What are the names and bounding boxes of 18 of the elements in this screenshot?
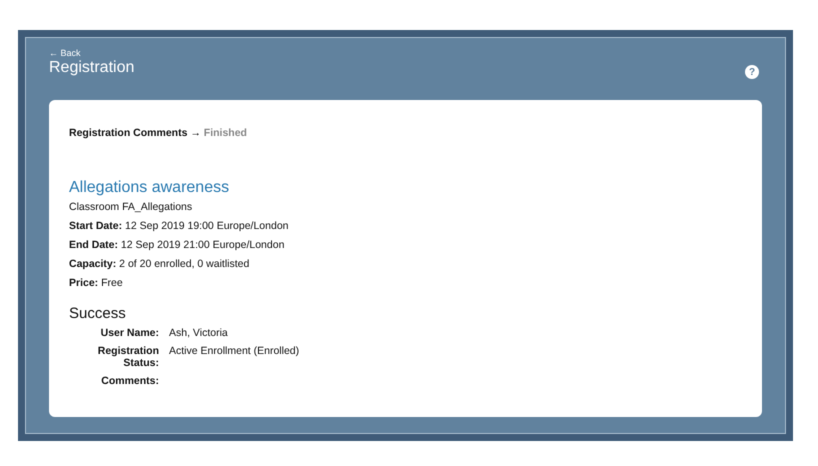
detail-line: Start Date: 12 Sep 2019 19:00 Europe/London	[69, 218, 290, 234]
course-title: Allegations awareness	[69, 178, 230, 198]
detail-line: Capacity: 2 of 20 enrolled, 0 waitlisted	[69, 256, 250, 272]
result-heading: Success	[69, 304, 127, 323]
help-icon[interactable]: ?	[745, 65, 759, 79]
detail-line: End Date: 12 Sep 2019 21:00 Europe/London	[69, 238, 286, 253]
breadcrumb-separator: →	[190, 127, 201, 139]
field-label: User Name:	[100, 326, 159, 339]
detail-line: Price: Free	[69, 276, 124, 291]
page-title: Registration	[49, 58, 134, 78]
breadcrumb-step: Finished	[204, 127, 247, 139]
field-value: Active Enrollment (Enrolled)	[169, 344, 300, 359]
field-label: Comments:	[100, 374, 159, 387]
field-value: Ash, Victoria	[169, 326, 228, 339]
back-link[interactable]: ← Back	[49, 48, 81, 58]
course-subtitle: Classroom FA_Allegations	[69, 200, 194, 215]
breadcrumb-step: Registration Comments	[69, 127, 188, 139]
field-label: Registration Status:	[96, 344, 159, 369]
